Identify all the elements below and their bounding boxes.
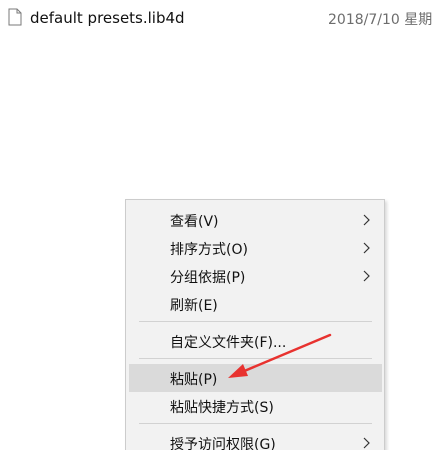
file-modified-date: 2018/7/10 星期 <box>328 12 433 28</box>
chevron-right-icon <box>363 214 370 226</box>
menu-item-label: 授予访问权限(G) <box>170 437 276 450</box>
chevron-right-icon <box>363 437 370 449</box>
menu-separator <box>139 423 372 424</box>
menu-item-label: 分组依据(P) <box>170 270 246 286</box>
menu-item-sort-by[interactable]: 排序方式(O) <box>129 234 382 262</box>
menu-separator <box>139 321 372 322</box>
menu-item-group-by[interactable]: 分组依据(P) <box>129 262 382 290</box>
menu-item-label: 粘贴(P) <box>170 372 218 388</box>
chevron-right-icon <box>363 242 370 254</box>
document-icon <box>8 8 22 26</box>
menu-item-label: 自定义文件夹(F)... <box>170 335 287 351</box>
file-name[interactable]: default presets.lib4d <box>30 9 185 27</box>
context-menu: 查看(V) 排序方式(O) 分组依据(P) 刷新(E) 自定义文件夹(F)... <box>125 199 385 450</box>
explorer-window: default presets.lib4d 2018/7/10 星期 查看(V)… <box>0 0 434 450</box>
menu-item-refresh[interactable]: 刷新(E) <box>129 290 382 318</box>
menu-item-label: 粘贴快捷方式(S) <box>170 400 274 416</box>
chevron-right-icon <box>363 270 370 282</box>
menu-item-customize-folder[interactable]: 自定义文件夹(F)... <box>129 327 382 355</box>
menu-item-label: 排序方式(O) <box>170 242 248 258</box>
menu-item-give-access[interactable]: 授予访问权限(G) <box>129 429 382 450</box>
menu-separator <box>139 358 372 359</box>
menu-item-paste[interactable]: 粘贴(P) <box>129 364 382 392</box>
menu-item-label: 刷新(E) <box>170 298 218 314</box>
menu-item-view[interactable]: 查看(V) <box>129 206 382 234</box>
file-list-row[interactable]: default presets.lib4d 2018/7/10 星期 <box>0 0 434 36</box>
menu-item-paste-shortcut[interactable]: 粘贴快捷方式(S) <box>129 392 382 420</box>
menu-item-label: 查看(V) <box>170 214 219 230</box>
